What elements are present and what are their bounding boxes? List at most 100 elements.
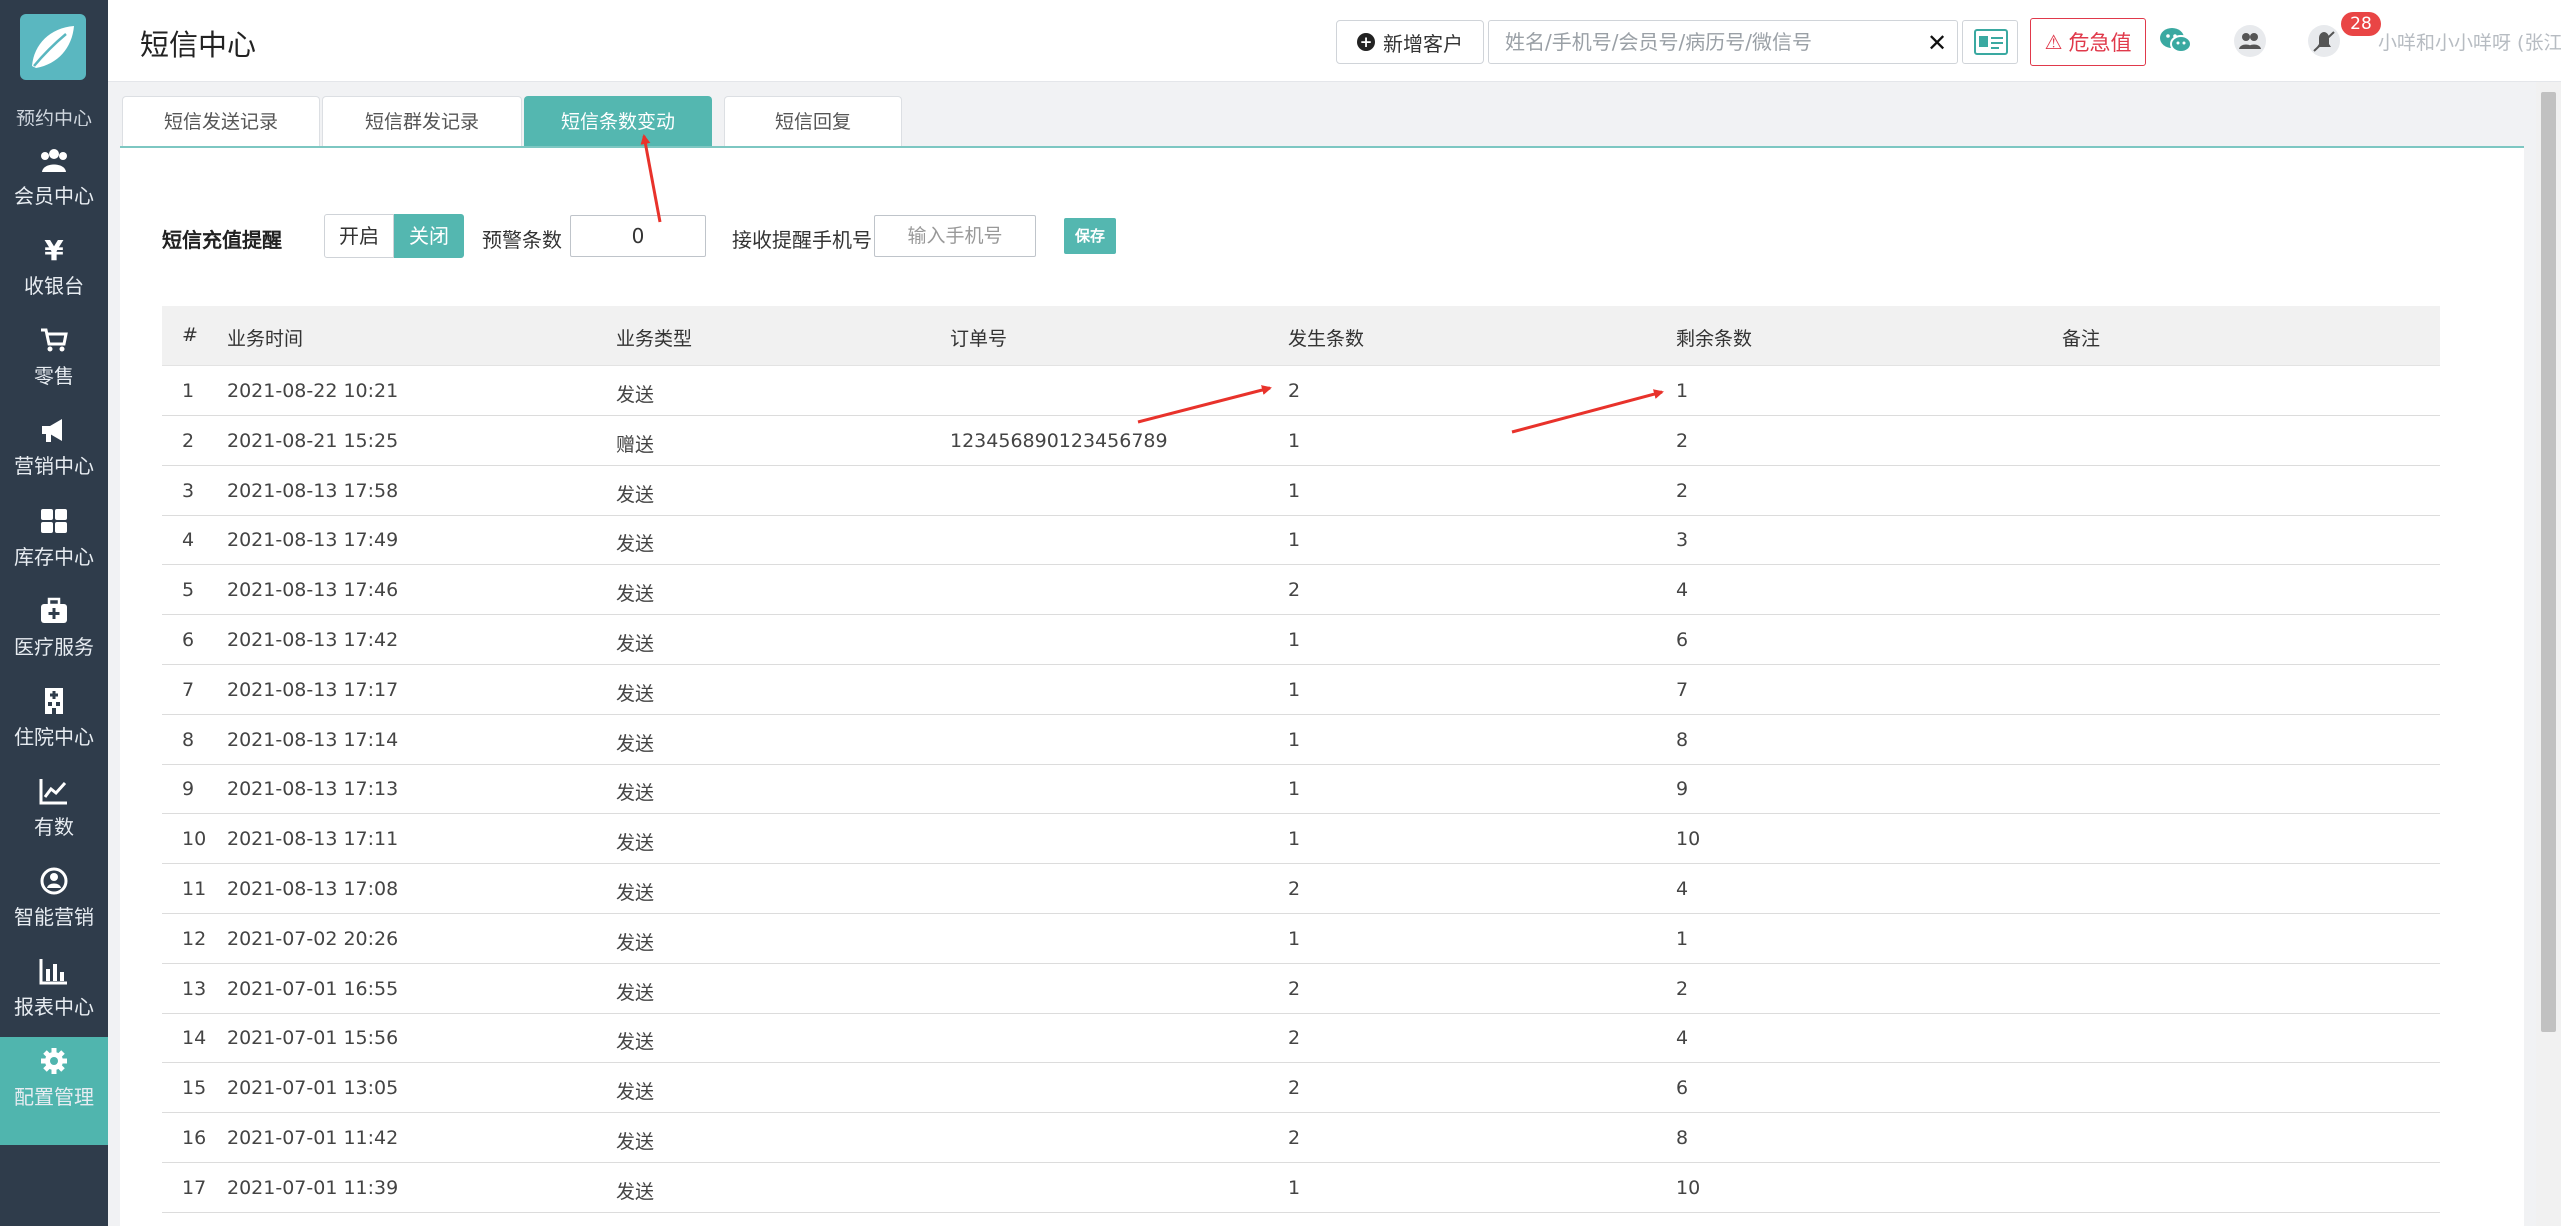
table-row[interactable]: 7 2021-08-13 17:17 发送 1 7 xyxy=(162,665,2440,715)
table-row[interactable]: 16 2021-07-01 11:42 发送 2 8 xyxy=(162,1113,2440,1163)
table-cell: 2 xyxy=(1288,977,1301,1000)
page-scrollbar[interactable] xyxy=(2536,82,2561,1226)
table-cell: 2021-08-13 17:46 xyxy=(227,579,399,602)
table-cell: 1 xyxy=(1288,828,1301,851)
sidebar-item-4[interactable]: 营销中心 xyxy=(0,406,108,502)
gear-icon xyxy=(38,1045,70,1077)
sidebar-item-label: 会员中心 xyxy=(14,184,94,208)
search-input[interactable] xyxy=(1489,21,1899,63)
table-row[interactable]: 11 2021-08-13 17:08 发送 2 4 xyxy=(162,864,2440,914)
table-cell: 9 xyxy=(182,778,195,801)
toggle-off-button[interactable]: 关闭 xyxy=(394,214,464,258)
table-row[interactable]: 12 2021-07-02 20:26 发送 1 1 xyxy=(162,914,2440,964)
table-cell: 1 xyxy=(182,380,195,402)
table-cell: 2021-07-01 11:42 xyxy=(227,1127,399,1149)
sidebar-item-1[interactable]: 会员中心 xyxy=(0,136,108,232)
table-row[interactable]: 9 2021-08-13 17:13 发送 1 9 xyxy=(162,764,2440,815)
notification-badge: 28 xyxy=(2341,12,2381,36)
urgent-value-button[interactable]: ⚠ 危急值 xyxy=(2030,18,2146,66)
sidebar-item-11[interactable]: 配置管理 xyxy=(0,1037,108,1145)
warn-count-label: 预警条数 xyxy=(482,228,562,252)
column-header: 发生条数 xyxy=(1288,328,1365,350)
table-cell: 9 xyxy=(1676,778,1689,801)
team-icon[interactable] xyxy=(2232,24,2268,58)
table-cell: 16 xyxy=(182,1127,207,1149)
table-row[interactable]: 5 2021-08-13 17:46 发送 2 4 xyxy=(162,565,2440,616)
sidebar-item-8[interactable]: 有数 xyxy=(0,767,108,863)
tab-count-changes[interactable]: 短信条数变动 xyxy=(524,96,712,146)
table-cell: 8 xyxy=(1676,728,1689,751)
megaphone-icon xyxy=(38,414,70,446)
table-row[interactable]: 10 2021-08-13 17:11 发送 1 10 xyxy=(162,814,2440,865)
table-cell: 2 xyxy=(1288,1127,1301,1149)
tab-send-records[interactable]: 短信发送记录 xyxy=(122,96,320,146)
table-cell: 2 xyxy=(1288,878,1301,900)
id-card-icon xyxy=(1974,29,2008,55)
table-cell: 发送 xyxy=(616,832,655,855)
table-row[interactable]: 4 2021-08-13 17:49 发送 1 3 xyxy=(162,515,2440,566)
users-icon xyxy=(38,144,70,176)
table-row[interactable]: 14 2021-07-01 15:56 发送 2 4 xyxy=(162,1013,2440,1064)
table-row[interactable]: 17 2021-07-01 11:39 发送 1 10 xyxy=(162,1163,2440,1213)
table-cell: 2 xyxy=(182,429,195,452)
table-row[interactable]: 3 2021-08-13 17:58 发送 1 2 xyxy=(162,466,2440,516)
sidebar-item-5[interactable]: 库存中心 xyxy=(0,497,108,593)
sidebar-item-10[interactable]: 报表中心 xyxy=(0,947,108,1043)
column-header: 业务时间 xyxy=(227,328,304,350)
wechat-icon[interactable] xyxy=(2158,24,2194,58)
table-row[interactable]: 2 2021-08-21 15:25 赠送 123456890123456789 1 2 xyxy=(162,416,2440,466)
table-cell: 发送 xyxy=(616,1180,655,1203)
save-button[interactable]: 保存 xyxy=(1064,218,1116,254)
sidebar-item-2[interactable]: ¥ 收银台 xyxy=(0,226,108,322)
sidebar-item-3[interactable]: 零售 xyxy=(0,316,108,412)
sidebar-item-appointment[interactable]: 预约中心 xyxy=(0,100,108,126)
table-cell: 3 xyxy=(182,479,195,502)
sidebar-item-7[interactable]: 住院中心 xyxy=(0,677,108,773)
warning-icon: ⚠ xyxy=(2044,30,2063,54)
table-cell: 1 xyxy=(1676,380,1689,402)
table-cell: 2 xyxy=(1288,1077,1301,1100)
table-cell: 12 xyxy=(182,927,207,950)
table-cell: 2021-08-13 17:42 xyxy=(227,629,399,651)
reminder-phone-input[interactable] xyxy=(874,215,1036,257)
new-customer-button[interactable]: + 新增客户 xyxy=(1336,20,1484,64)
table-cell: 15 xyxy=(182,1077,207,1100)
sidebar-item-label: 有数 xyxy=(34,815,74,839)
scrollbar-thumb[interactable] xyxy=(2541,92,2556,1032)
table-cell: 1 xyxy=(1288,429,1301,452)
reminder-phone-label: 接收提醒手机号 xyxy=(732,228,872,252)
table-cell: 2 xyxy=(1676,429,1689,452)
table-cell: 14 xyxy=(182,1027,207,1050)
table-cell: 发送 xyxy=(616,583,655,606)
table-cell: 2021-07-01 16:55 xyxy=(227,977,399,1000)
sidebar-item-label: 零售 xyxy=(34,364,74,388)
sidebar-item-6[interactable]: 医疗服务 xyxy=(0,587,108,683)
table-cell: 2021-07-01 15:56 xyxy=(227,1027,399,1050)
table-cell: 3 xyxy=(1676,529,1689,552)
sidebar-item-label: 收银台 xyxy=(24,274,84,298)
search-box: ✕ xyxy=(1488,20,1958,64)
table-row[interactable]: 8 2021-08-13 17:14 发送 1 8 xyxy=(162,715,2440,765)
toggle-on-button[interactable]: 开启 xyxy=(324,214,394,258)
table-cell: 2021-07-01 11:39 xyxy=(227,1176,399,1199)
notification-icon[interactable] xyxy=(2306,24,2342,58)
id-card-button[interactable] xyxy=(1962,20,2018,64)
tab-group-send-records[interactable]: 短信群发记录 xyxy=(322,96,522,146)
table-cell: 1 xyxy=(1288,778,1301,801)
clear-icon[interactable]: ✕ xyxy=(1927,29,1947,57)
tab-replies[interactable]: 短信回复 xyxy=(724,96,902,146)
table-cell: 发送 xyxy=(616,981,655,1004)
table-cell: 7 xyxy=(1676,678,1689,701)
hospital-icon xyxy=(38,685,70,717)
warn-count-input[interactable] xyxy=(570,215,706,257)
table-row[interactable]: 15 2021-07-01 13:05 发送 2 6 xyxy=(162,1063,2440,1114)
logo[interactable] xyxy=(20,14,86,80)
table-cell: 2021-08-13 17:08 xyxy=(227,878,399,900)
table-row[interactable]: 1 2021-08-22 10:21 发送 2 1 xyxy=(162,366,2440,416)
table-cell: 4 xyxy=(1676,579,1689,602)
sidebar-item-9[interactable]: 智能营销 xyxy=(0,857,108,953)
table-row[interactable]: 6 2021-08-13 17:42 发送 1 6 xyxy=(162,615,2440,665)
top-header: 短信中心 + 新增客户 ✕ ⚠ 危急值 xyxy=(108,0,2561,82)
user-menu[interactable]: 小咩和小小咩呀 (张江门诊部) ˅ xyxy=(2378,28,2561,55)
table-row[interactable]: 13 2021-07-01 16:55 发送 2 2 xyxy=(162,964,2440,1014)
